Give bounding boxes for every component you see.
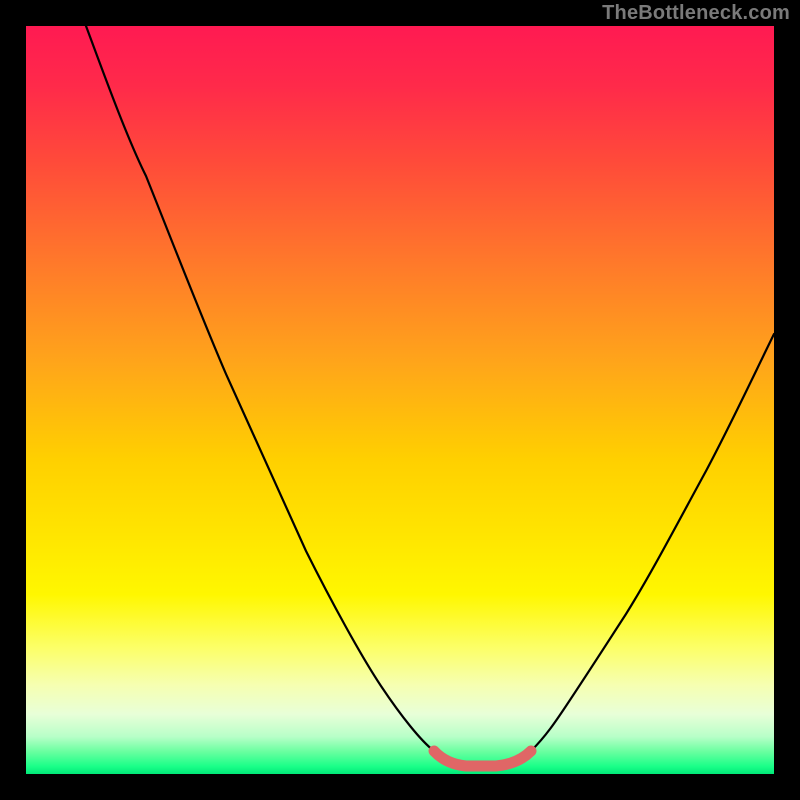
watermark-text: TheBottleneck.com: [602, 2, 790, 25]
curve-right: [516, 334, 774, 762]
chart-svg: [26, 26, 774, 774]
chart-plot-area: [26, 26, 774, 774]
curve-left: [86, 26, 448, 762]
plateau-segment: [434, 751, 531, 766]
chart-frame: TheBottleneck.com: [0, 0, 800, 800]
